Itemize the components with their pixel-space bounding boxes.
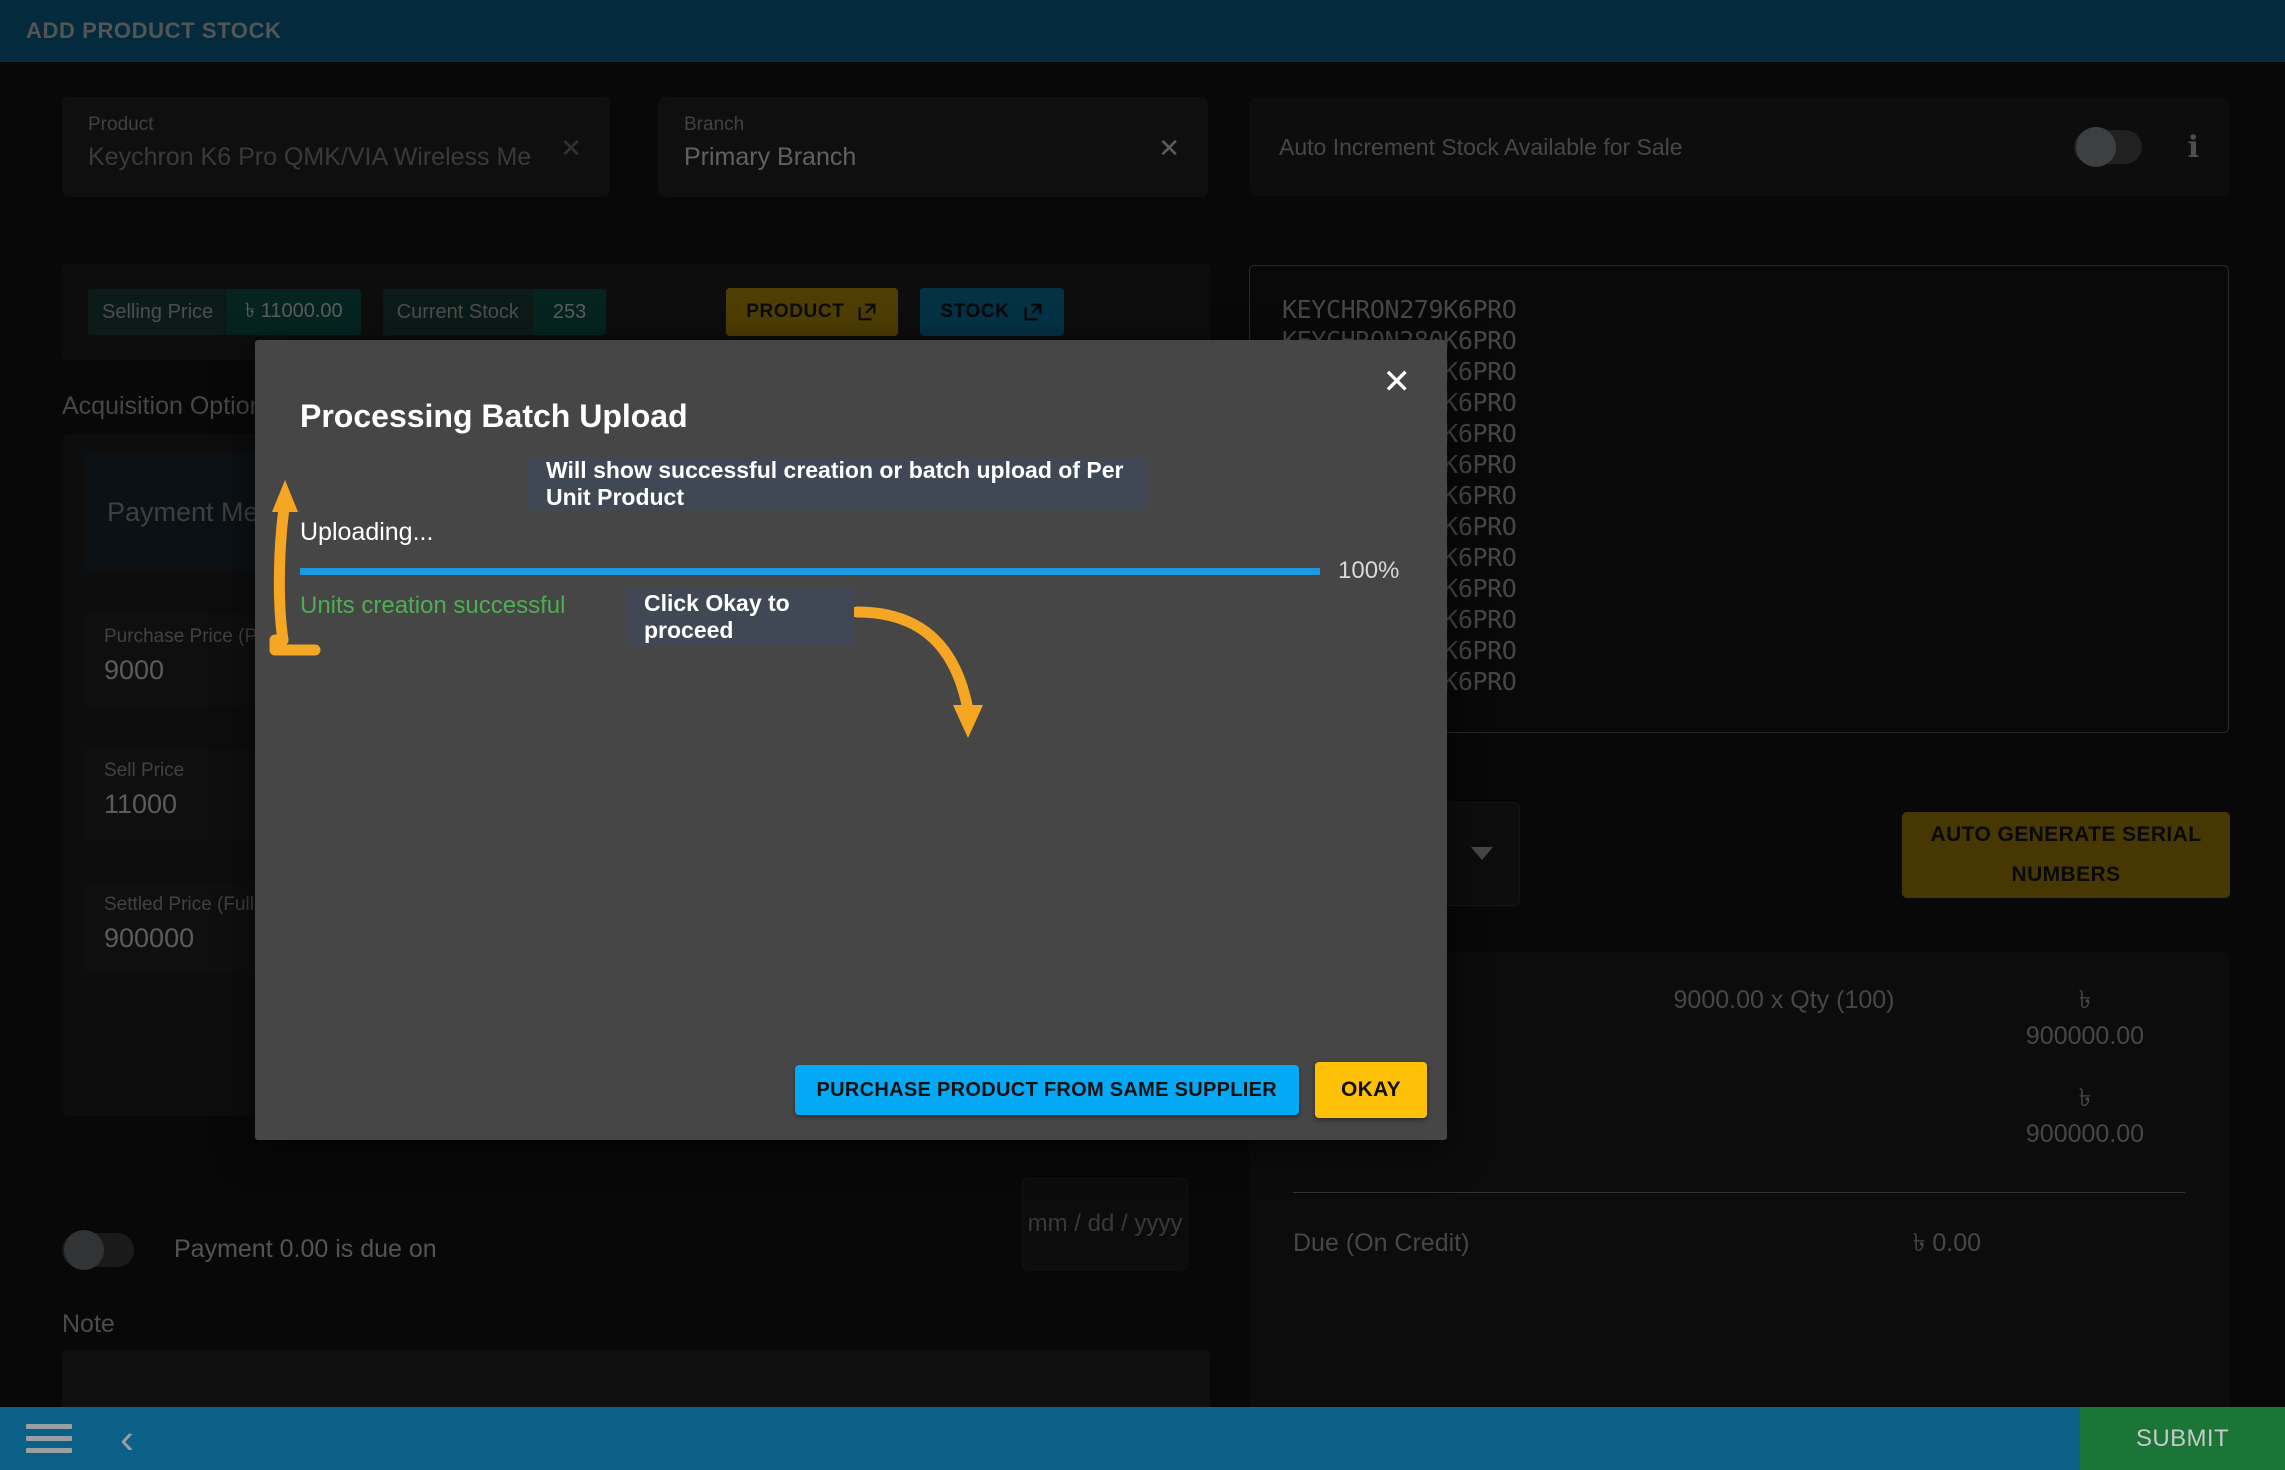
purchase-product-from-same-supplier-button[interactable]: PURCHASE PRODUCT FROM SAME SUPPLIER	[794, 1065, 1300, 1115]
submit-button[interactable]: SUBMIT	[2080, 1407, 2285, 1470]
processing-batch-upload-dialog: ✕ Processing Batch Upload Uploading... 1…	[255, 340, 1447, 1140]
dialog-footer: PURCHASE PRODUCT FROM SAME SUPPLIER OKAY	[255, 1062, 1447, 1118]
callout-annotation-1: Will show successful creation or batch u…	[528, 457, 1148, 510]
okay-button[interactable]: OKAY	[1315, 1062, 1427, 1118]
callout-annotation-2: Click Okay to proceed	[628, 588, 854, 646]
progress-bar: 100%	[300, 557, 1400, 584]
hamburger-menu-icon[interactable]	[26, 1417, 72, 1460]
chevron-left-icon[interactable]: ‹	[120, 1417, 134, 1460]
progress-fill	[300, 567, 1320, 575]
status-message: Units creation successful	[300, 592, 566, 619]
progress-percent: 100%	[1338, 557, 1400, 584]
close-icon[interactable]: ✕	[1383, 365, 1412, 399]
bottom-navigation-bar: ‹ SUBMIT	[0, 1407, 2285, 1470]
progress-track	[300, 567, 1320, 575]
dialog-title: Processing Batch Upload	[300, 398, 688, 434]
app-root: ADD PRODUCT STOCK Product Keychron K6 Pr…	[0, 0, 2285, 1470]
uploading-label: Uploading...	[300, 518, 434, 546]
